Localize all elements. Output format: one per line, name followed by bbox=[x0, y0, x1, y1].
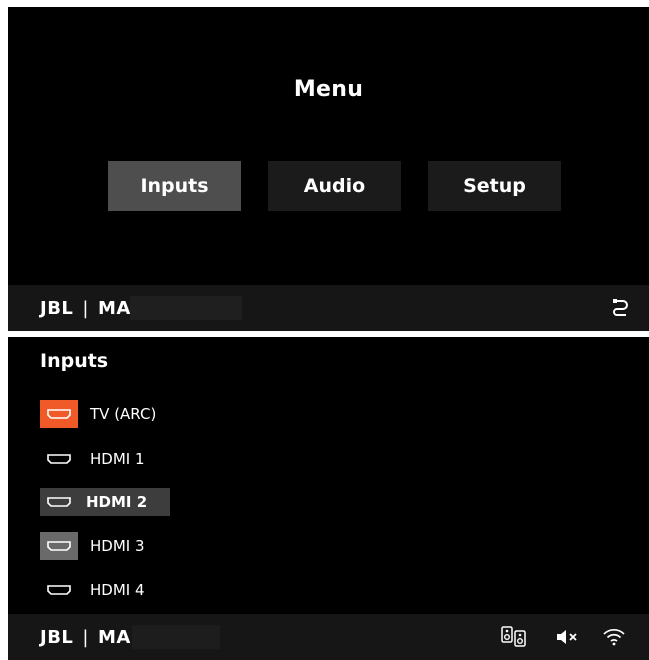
mute-icon bbox=[553, 614, 581, 660]
inputs-button[interactable]: Inputs bbox=[108, 161, 241, 211]
input-label: HDMI 3 bbox=[90, 537, 145, 555]
setup-button[interactable]: Setup bbox=[428, 161, 561, 211]
hdmi-cable-icon bbox=[606, 285, 634, 331]
input-item-hdmi-1[interactable]: HDMI 1 bbox=[40, 445, 145, 473]
brand-separator: | bbox=[82, 297, 89, 319]
device-name: JBL | MA bbox=[40, 285, 131, 331]
input-item-hdmi-3[interactable]: HDMI 3 bbox=[40, 532, 145, 560]
brand-label: JBL bbox=[40, 626, 74, 648]
wifi-icon bbox=[601, 614, 627, 660]
status-bar: JBL | MA bbox=[8, 614, 649, 660]
status-bar: JBL | MA bbox=[8, 285, 649, 331]
hdmi-port-icon bbox=[40, 532, 78, 560]
menu-title: Menu bbox=[293, 77, 364, 102]
input-label: TV (ARC) bbox=[90, 405, 157, 423]
input-label: HDMI 2 bbox=[86, 493, 148, 511]
device-name: JBL | MA bbox=[40, 614, 131, 660]
hdmi-port-icon bbox=[40, 445, 78, 473]
redacted-area bbox=[132, 625, 220, 649]
redacted-area bbox=[130, 296, 242, 320]
input-label: HDMI 4 bbox=[90, 581, 145, 599]
inputs-title: Inputs bbox=[40, 350, 109, 372]
input-item-hdmi-2[interactable]: HDMI 2 bbox=[40, 488, 170, 516]
input-item-hdmi-4[interactable]: HDMI 4 bbox=[40, 576, 145, 604]
speakers-icon bbox=[500, 614, 528, 660]
menu-screen: Menu Inputs Audio Setup JBL | MA bbox=[8, 7, 649, 331]
hdmi-port-icon bbox=[40, 576, 78, 604]
input-label: HDMI 1 bbox=[90, 450, 145, 468]
hdmi-port-icon bbox=[40, 488, 78, 516]
brand-label: JBL bbox=[40, 297, 74, 319]
audio-button[interactable]: Audio bbox=[268, 161, 401, 211]
brand-separator: | bbox=[82, 626, 89, 648]
model-label: MA bbox=[97, 626, 131, 648]
input-item-tv-arc[interactable]: TV (ARC) bbox=[40, 400, 156, 428]
model-label: MA bbox=[97, 297, 131, 319]
inputs-screen: Inputs TV (ARC) HDMI 1 HDMI 2 HDMI 3 HDM… bbox=[8, 337, 649, 660]
hdmi-port-icon bbox=[40, 400, 78, 428]
